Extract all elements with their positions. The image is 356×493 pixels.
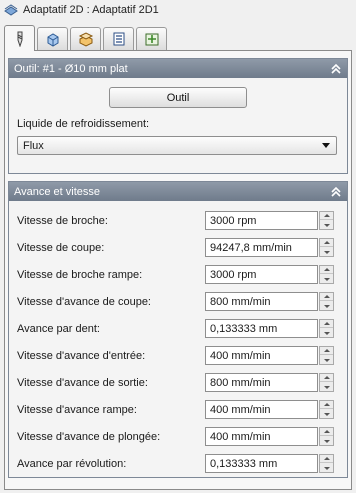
ramp-spindle-speed-row: Vitesse de broche rampe: 3000 rpm xyxy=(9,264,349,286)
spin-down-button[interactable] xyxy=(320,464,333,472)
operation-icon xyxy=(4,4,18,16)
collapse-feed-speed-panel-button[interactable] xyxy=(328,184,344,200)
spin-down-button[interactable] xyxy=(320,356,333,364)
lead-in-feedrate-row: Vitesse d'avance d'entrée: 400 mm/min xyxy=(9,345,349,367)
spin-up-button[interactable] xyxy=(320,212,333,220)
coolant-label: Liquide de refroidissement: xyxy=(17,118,150,130)
feed-per-revolution-label: Avance par révolution: xyxy=(17,458,127,470)
ramp-spindle-speed-label: Vitesse de broche rampe: xyxy=(17,269,143,281)
feed-per-tooth-spinner xyxy=(319,319,334,338)
cutting-speed-spinner xyxy=(319,238,334,257)
cutting-speed-input[interactable]: 94247,8 mm/min xyxy=(205,238,318,257)
spin-down-button[interactable] xyxy=(320,383,333,391)
cutting-feedrate-input[interactable]: 800 mm/min xyxy=(205,292,318,311)
spindle-speed-row: Vitesse de broche: 3000 rpm xyxy=(9,210,349,232)
spin-up-button[interactable] xyxy=(320,266,333,274)
plunge-feedrate-row: Vitesse d'avance de plongée: 400 mm/min xyxy=(9,426,349,448)
tab-strip xyxy=(4,24,352,51)
cutting-speed-label: Vitesse de coupe: xyxy=(17,242,105,254)
spin-down-button[interactable] xyxy=(320,221,333,229)
plunge-feedrate-input[interactable]: 400 mm/min xyxy=(205,427,318,446)
feed-speed-panel-title: Avance et vitesse xyxy=(14,185,101,198)
spin-down-button[interactable] xyxy=(320,437,333,445)
lead-out-feedrate-row: Vitesse d'avance de sortie: 800 mm/min xyxy=(9,372,349,394)
ramp-feedrate-row: Vitesse d'avance rampe: 400 mm/min xyxy=(9,399,349,421)
spin-down-button[interactable] xyxy=(320,275,333,283)
spin-up-button[interactable] xyxy=(320,347,333,355)
spin-up-button[interactable] xyxy=(320,455,333,463)
double-chevron-up-icon xyxy=(331,63,341,74)
feed-speed-panel-header[interactable]: Avance et vitesse xyxy=(9,182,347,201)
plunge-feedrate-spinner xyxy=(319,427,334,446)
spin-up-button[interactable] xyxy=(320,428,333,436)
tab-geometry[interactable] xyxy=(37,27,68,50)
feed-per-tooth-label: Avance par dent: xyxy=(17,323,100,335)
lead-out-feedrate-spinner xyxy=(319,373,334,392)
spin-down-button[interactable] xyxy=(320,329,333,337)
spin-up-button[interactable] xyxy=(320,320,333,328)
spin-down-button[interactable] xyxy=(320,410,333,418)
spin-up-button[interactable] xyxy=(320,239,333,247)
window-title: Adaptatif 2D : Adaptatif 2D1 xyxy=(23,4,159,16)
tool-panel-header[interactable]: Outil: #1 - Ø10 mm plat xyxy=(9,59,347,78)
lead-in-feedrate-input[interactable]: 400 mm/min xyxy=(205,346,318,365)
heights-icon xyxy=(78,32,93,47)
spindle-speed-label: Vitesse de broche: xyxy=(17,215,108,227)
tab-passes[interactable] xyxy=(103,27,134,50)
lead-out-feedrate-label: Vitesse d'avance de sortie: xyxy=(17,377,148,389)
ramp-feedrate-spinner xyxy=(319,400,334,419)
lead-out-feedrate-input[interactable]: 800 mm/min xyxy=(205,373,318,392)
ramp-feedrate-input[interactable]: 400 mm/min xyxy=(205,400,318,419)
feed-per-tooth-row: Avance par dent: 0,133333 mm xyxy=(9,318,349,340)
cutting-feedrate-row: Vitesse d'avance de coupe: 800 mm/min xyxy=(9,291,349,313)
lead-in-feedrate-label: Vitesse d'avance d'entrée: xyxy=(17,350,146,362)
linking-icon xyxy=(145,33,158,46)
ramp-spindle-speed-input[interactable]: 3000 rpm xyxy=(205,265,318,284)
feed-per-revolution-spinner xyxy=(319,454,334,473)
spindle-speed-spinner xyxy=(319,211,334,230)
spin-up-button[interactable] xyxy=(320,374,333,382)
plunge-feedrate-label: Vitesse d'avance de plongée: xyxy=(17,431,161,443)
geometry-icon xyxy=(47,33,58,47)
title-bar: Adaptatif 2D : Adaptatif 2D1 xyxy=(0,0,356,20)
double-chevron-up-icon xyxy=(331,186,341,197)
cutting-feedrate-spinner xyxy=(319,292,334,311)
spin-down-button[interactable] xyxy=(320,248,333,256)
cutting-speed-row: Vitesse de coupe: 94247,8 mm/min xyxy=(9,237,349,259)
dropdown-arrow-icon xyxy=(322,143,330,148)
tool-panel-title: Outil: #1 - Ø10 mm plat xyxy=(14,62,128,75)
spindle-speed-input[interactable]: 3000 rpm xyxy=(205,211,318,230)
feed-per-revolution-row: Avance par révolution: 0,133333 mm xyxy=(9,453,349,475)
lead-in-feedrate-spinner xyxy=(319,346,334,365)
feed-speed-panel: Avance et vitesse Vitesse de broche: 300… xyxy=(8,181,348,478)
feed-per-tooth-input[interactable]: 0,133333 mm xyxy=(205,319,318,338)
ramp-spindle-speed-spinner xyxy=(319,265,334,284)
spin-up-button[interactable] xyxy=(320,293,333,301)
spin-down-button[interactable] xyxy=(320,302,333,310)
tab-heights[interactable] xyxy=(70,27,101,50)
collapse-tool-panel-button[interactable] xyxy=(328,61,344,77)
tool-icon xyxy=(17,31,22,47)
coolant-dropdown[interactable]: Flux xyxy=(17,136,337,155)
spin-up-button[interactable] xyxy=(320,401,333,409)
tool-select-button[interactable]: Outil xyxy=(109,87,247,108)
feed-per-revolution-input[interactable]: 0,133333 mm xyxy=(205,454,318,473)
tool-panel: Outil: #1 - Ø10 mm plat Outil Liquide de… xyxy=(8,58,348,174)
cutting-feedrate-label: Vitesse d'avance de coupe: xyxy=(17,296,151,308)
operation-dialog: Outil: #1 - Ø10 mm plat Outil Liquide de… xyxy=(4,50,352,490)
coolant-value: Flux xyxy=(23,139,44,152)
tab-linking[interactable] xyxy=(136,27,167,50)
passes-icon xyxy=(113,32,124,46)
ramp-feedrate-label: Vitesse d'avance rampe: xyxy=(17,404,137,416)
tab-tool[interactable] xyxy=(4,25,35,51)
